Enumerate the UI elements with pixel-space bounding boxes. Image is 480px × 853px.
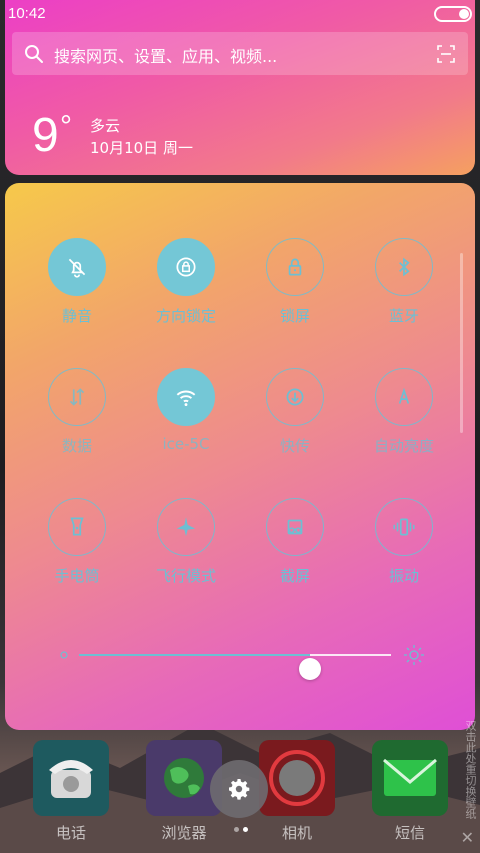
brightness-low-icon <box>60 651 68 659</box>
mobile-data-icon <box>48 368 106 426</box>
brightness-high-icon <box>404 645 424 665</box>
side-hint-text: 双击此处重切换壁纸 <box>464 720 477 819</box>
dock-app-messages[interactable]: 短信 <box>372 740 448 853</box>
status-toggle-icon[interactable] <box>434 6 472 22</box>
status-time: 10:42 <box>8 5 46 22</box>
quick-setting-label: 静音 <box>61 307 92 325</box>
screenshot-icon <box>266 498 324 556</box>
quick-setting-label: 数据 <box>61 437 92 455</box>
wifi-icon <box>157 368 215 426</box>
quick-setting-tile[interactable]: 振动 <box>354 498 454 608</box>
rotation-lock-icon <box>157 238 215 296</box>
flashlight-icon <box>48 498 106 556</box>
lock-icon <box>266 238 324 296</box>
fast-transfer-icon <box>266 368 324 426</box>
gear-icon <box>229 779 250 800</box>
quick-setting-label: 手电筒 <box>54 567 100 585</box>
weather-condition: 多云 <box>90 117 121 135</box>
panel-scroll-indicator <box>460 253 463 433</box>
scan-icon[interactable] <box>436 44 456 64</box>
vibrate-icon <box>375 498 433 556</box>
quick-setting-tile[interactable]: 方向锁定 <box>136 238 236 348</box>
search-input[interactable]: 搜索网页、设置、应用、视频... <box>54 43 277 67</box>
quick-setting-label: 截屏 <box>279 567 310 585</box>
dock-label: 浏览器 <box>161 824 207 842</box>
dock-label: 短信 <box>394 824 425 842</box>
settings-button[interactable] <box>210 760 268 818</box>
auto-brightness-icon <box>375 368 433 426</box>
quick-setting-tile[interactable]: 自动亮度 <box>354 368 454 478</box>
phone-icon <box>33 740 109 816</box>
bell-off-icon <box>48 238 106 296</box>
weather-degree-symbol: ° <box>60 110 72 143</box>
quick-setting-tile[interactable]: 静音 <box>27 238 127 348</box>
quick-setting-label: 方向锁定 <box>155 307 216 325</box>
quick-setting-label: ice-5C <box>162 435 210 453</box>
airplane-icon <box>157 498 215 556</box>
weather-date: 10月10日 周一 <box>90 139 193 157</box>
brightness-knob[interactable] <box>298 658 321 680</box>
quick-setting-label: 快传 <box>279 437 310 455</box>
quick-setting-tile[interactable]: ice-5C <box>136 368 236 478</box>
quick-setting-label: 飞行模式 <box>155 567 216 585</box>
browser-globe-icon <box>146 740 222 816</box>
quick-setting-label: 蓝牙 <box>388 307 419 325</box>
quick-setting-tile[interactable]: 手电筒 <box>27 498 127 608</box>
brightness-fill <box>79 654 310 656</box>
quick-setting-tile[interactable]: 截屏 <box>245 498 345 608</box>
status-bar: 10:42 <box>0 0 480 28</box>
dock-label: 相机 <box>281 824 312 842</box>
dock-app-phone[interactable]: 电话 <box>33 740 109 853</box>
quick-setting-label: 振动 <box>388 567 419 585</box>
dock-label: 电话 <box>55 824 86 842</box>
quick-setting-tile[interactable]: 数据 <box>27 368 127 478</box>
quick-setting-tile[interactable]: 蓝牙 <box>354 238 454 348</box>
quick-setting-tile[interactable]: 飞行模式 <box>136 498 236 608</box>
brightness-slider[interactable] <box>55 640 425 680</box>
search-icon <box>25 45 43 63</box>
camera-icon <box>259 740 335 816</box>
quick-setting-label: 自动亮度 <box>373 437 434 455</box>
quick-setting-label: 锁屏 <box>279 307 310 325</box>
brightness-track[interactable] <box>79 654 391 680</box>
page-indicator <box>232 827 252 833</box>
quick-setting-tile[interactable]: 锁屏 <box>245 238 345 348</box>
bluetooth-icon <box>375 238 433 296</box>
dock-app-camera[interactable]: 相机 <box>259 740 335 853</box>
weather-temperature: 9 <box>32 109 59 162</box>
quick-setting-tile[interactable]: 快传 <box>245 368 345 478</box>
message-icon <box>372 740 448 816</box>
search-bar[interactable]: 搜索网页、设置、应用、视频... <box>12 32 468 75</box>
close-icon[interactable]: ✕ <box>461 828 474 847</box>
